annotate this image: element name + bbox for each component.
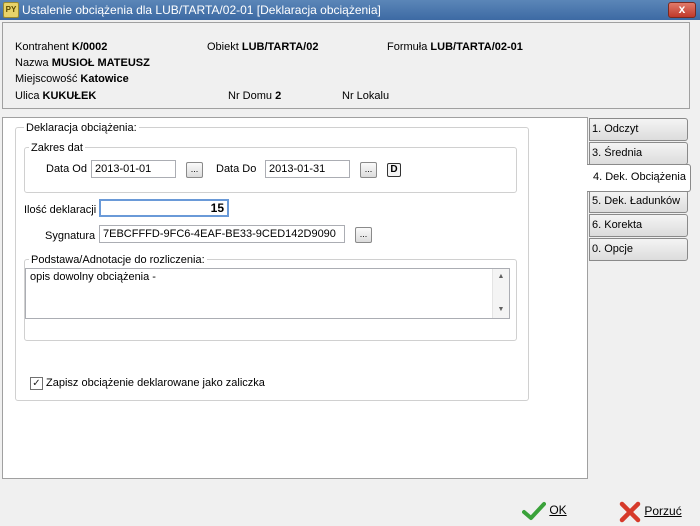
miejscowosc-value: Katowice: [80, 73, 129, 85]
tab-dek-ladunkow[interactable]: 5. Dek. Ładunków: [589, 190, 688, 213]
cross-icon: [619, 501, 641, 523]
kontrahent-value: K/0002: [71, 41, 108, 53]
ulica-info: Ulica KUKUŁEK: [15, 90, 96, 102]
porzuc-button[interactable]: Porzuć: [619, 501, 682, 523]
close-button[interactable]: x: [668, 2, 696, 18]
data-od-label: Data Od: [46, 163, 87, 175]
podstawa-text: opis dowolny obciążenia -: [30, 271, 156, 283]
tab-opcje[interactable]: 0. Opcje: [589, 238, 688, 261]
deklaracja-group: Deklaracja obciążenia: Zakres dat Data O…: [15, 122, 529, 401]
nr-domu-value: 2: [275, 90, 282, 102]
obiekt-value: LUB/TARTA/02: [241, 41, 319, 53]
nazwa-value: MUSIOŁ MATEUSZ: [51, 57, 150, 69]
formula-label: Formuła: [387, 41, 428, 53]
tab-korekta[interactable]: 6. Korekta: [589, 214, 688, 237]
tab-odczyt[interactable]: 1. Odczyt: [589, 118, 688, 141]
info-panel: Kontrahent K/0002 Obiekt LUB/TARTA/02 Fo…: [2, 22, 690, 109]
scroll-up-arrow-icon[interactable]: ▲: [493, 269, 509, 285]
ilosc-deklaracji-value: 15: [210, 201, 224, 215]
data-od-field[interactable]: 2013-01-01: [91, 160, 176, 178]
ok-label: OK: [549, 503, 567, 518]
app-icon: PY: [3, 2, 19, 18]
sygnatura-picker-button[interactable]: ...: [355, 227, 372, 243]
zakres-dat-group: Zakres dat Data Od 2013-01-01 ... Data D…: [24, 142, 517, 193]
ulica-value: KUKUŁEK: [42, 90, 97, 102]
data-do-label: Data Do: [216, 163, 257, 175]
nr-lokalu-label: Nr Lokalu: [342, 90, 390, 102]
porzuc-label: Porzuć: [644, 504, 682, 519]
d-button[interactable]: D: [387, 163, 401, 177]
data-do-field[interactable]: 2013-01-31: [265, 160, 350, 178]
ulica-label: Ulica: [15, 90, 40, 102]
data-do-picker-button[interactable]: ...: [360, 162, 377, 178]
scroll-down-arrow-icon[interactable]: ▼: [493, 302, 509, 318]
title-bar: PY Ustalenie obciążenia dla LUB/TARTA/02…: [0, 0, 700, 20]
ilosc-deklaracji-label: Ilość deklaracji: [24, 204, 97, 216]
check-icon: [522, 502, 546, 520]
zapisz-checkbox[interactable]: ✓: [30, 377, 43, 390]
ok-button[interactable]: OK: [522, 501, 567, 521]
window-title: Ustalenie obciążenia dla LUB/TARTA/02-01…: [22, 3, 381, 17]
podstawa-textarea[interactable]: opis dowolny obciążenia - ▲ ▼: [25, 268, 510, 319]
zapisz-label: Zapisz obciążenie deklarowane jako zalic…: [46, 377, 265, 389]
nazwa-info: Nazwa MUSIOŁ MATEUSZ: [15, 57, 150, 69]
sygnatura-label: Sygnatura: [45, 230, 96, 242]
data-od-picker-button[interactable]: ...: [186, 162, 203, 178]
nr-domu-info: Nr Domu 2: [228, 90, 281, 102]
podstawa-title: Podstawa/Adnotacje do rozliczenia:: [29, 254, 207, 266]
obiekt-info: Obiekt LUB/TARTA/02: [207, 41, 318, 53]
zakres-dat-title: Zakres dat: [29, 142, 85, 154]
podstawa-scrollbar[interactable]: ▲ ▼: [492, 269, 509, 318]
miejscowosc-info: Miejscowość Katowice: [15, 73, 129, 85]
nr-lokalu-info: Nr Lokalu: [342, 90, 389, 102]
nazwa-label: Nazwa: [15, 57, 49, 69]
kontrahent-info: Kontrahent K/0002: [15, 41, 107, 53]
kontrahent-label: Kontrahent: [15, 41, 69, 53]
ilosc-deklaracji-field[interactable]: 15: [99, 199, 229, 217]
sygnatura-field[interactable]: 7EBCFFFD-9FC6-4EAF-BE33-9CED142D9090: [99, 225, 345, 243]
podstawa-group: Podstawa/Adnotacje do rozliczenia: opis …: [24, 254, 517, 341]
tab-dek-obciazenia[interactable]: 4. Dek. Obciążenia: [587, 164, 691, 192]
nr-domu-label: Nr Domu: [228, 90, 273, 102]
formula-value: LUB/TARTA/02-01: [430, 41, 523, 53]
tab-srednia[interactable]: 3. Średnia: [589, 142, 688, 165]
main-panel: Deklaracja obciążenia: Zakres dat Data O…: [2, 117, 588, 479]
deklaracja-group-title: Deklaracja obciążenia:: [24, 122, 139, 134]
formula-info: Formuła LUB/TARTA/02-01: [387, 41, 523, 53]
obiekt-label: Obiekt: [207, 41, 239, 53]
miejscowosc-label: Miejscowość: [15, 73, 78, 85]
